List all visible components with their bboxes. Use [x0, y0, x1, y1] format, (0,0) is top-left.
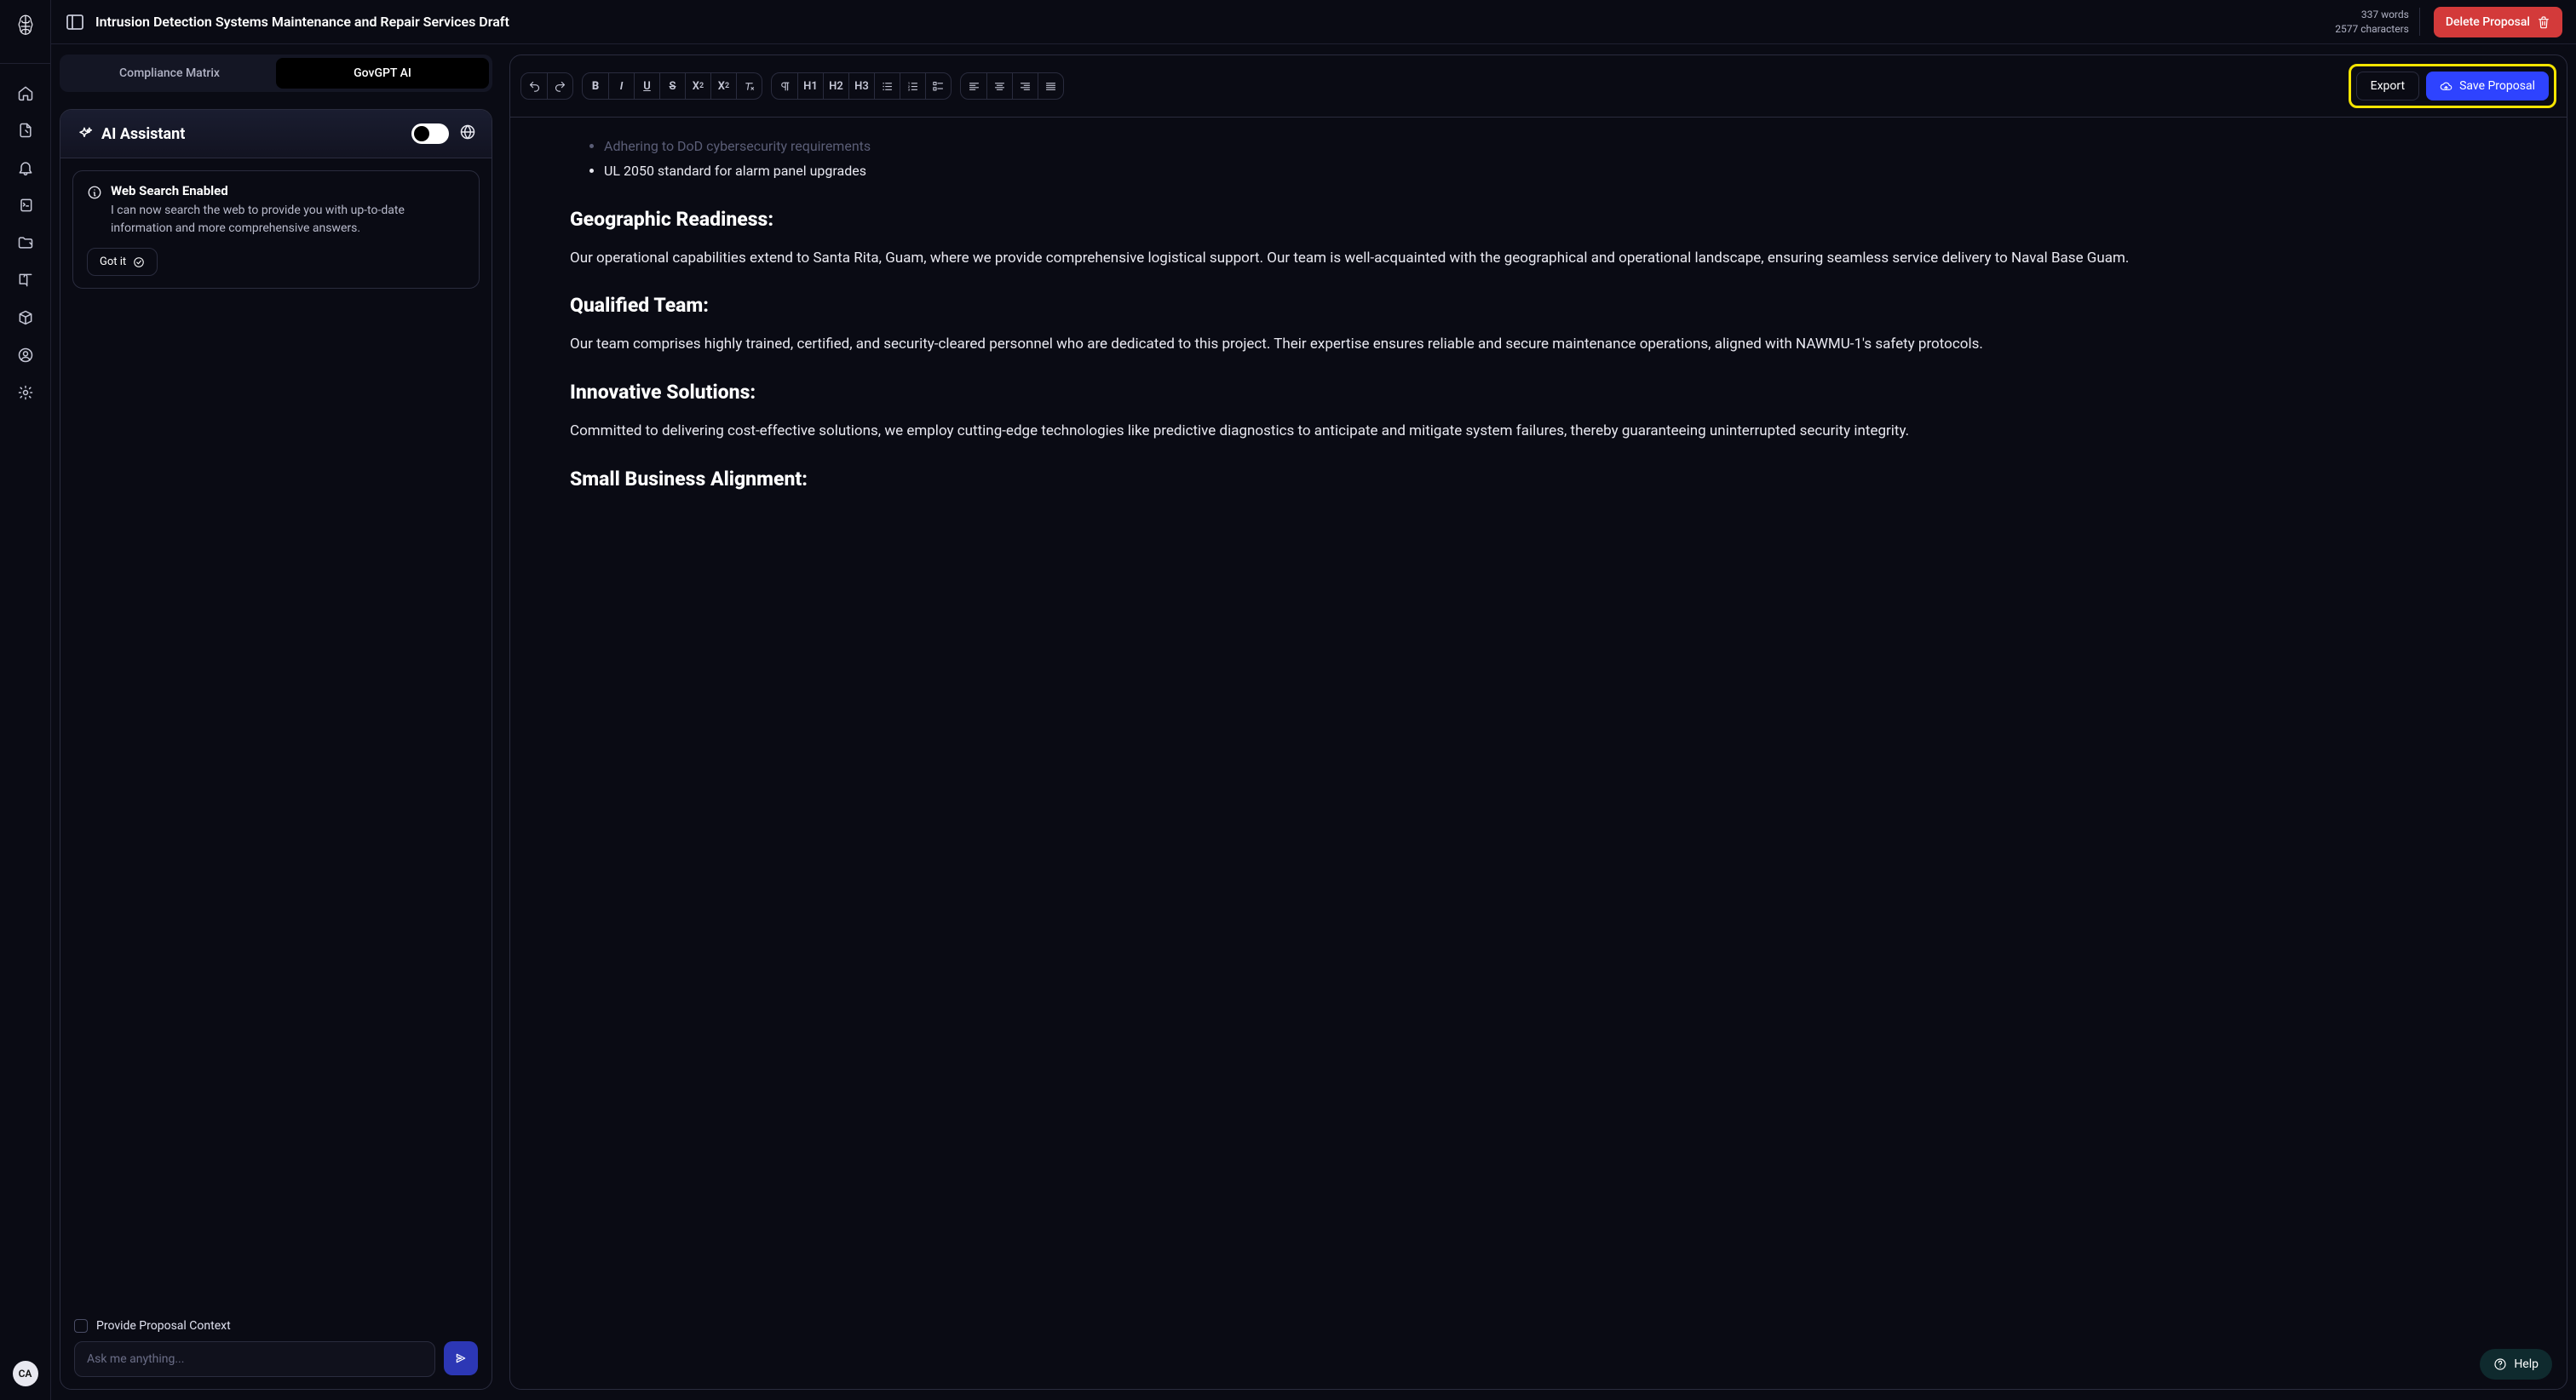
- align-left-button[interactable]: [961, 73, 986, 99]
- heading-team: Qualified Team:: [570, 294, 2507, 317]
- save-label: Save Proposal: [2459, 79, 2535, 93]
- nav-home-icon[interactable]: [9, 76, 43, 110]
- align-justify-button[interactable]: [1038, 73, 1063, 99]
- sidebar-toggle-icon[interactable]: [65, 12, 85, 32]
- heading-sba: Small Business Alignment:: [570, 468, 2507, 491]
- cloud-save-icon: [2440, 80, 2452, 93]
- h3-button[interactable]: H3: [848, 73, 874, 99]
- nav-book-icon[interactable]: [9, 263, 43, 297]
- assistant-panel: Compliance Matrix GovGPT AI AI Assistant: [60, 55, 492, 1390]
- align-right-button[interactable]: [1012, 73, 1038, 99]
- assistant-toggle[interactable]: [411, 123, 449, 144]
- document-title: Intrusion Detection Systems Maintenance …: [95, 14, 509, 30]
- ws-title: Web Search Enabled: [111, 183, 465, 198]
- help-icon: [2493, 1357, 2507, 1371]
- h1-button[interactable]: H1: [797, 73, 823, 99]
- h2-button[interactable]: H2: [823, 73, 848, 99]
- left-rail: CA: [0, 0, 51, 1400]
- nav-settings-icon[interactable]: [9, 376, 43, 410]
- editor-panel: B I U S X2 X2 H1 H2 H3 123: [509, 55, 2567, 1390]
- paragraph-button[interactable]: [772, 73, 797, 99]
- list-item: UL 2050 standard for alarm panel upgrade…: [604, 159, 2507, 184]
- nav-folder-icon[interactable]: [9, 226, 43, 260]
- heading-geographic: Geographic Readiness:: [570, 208, 2507, 231]
- ws-desc: I can now search the web to provide you …: [111, 202, 465, 238]
- topbar: Intrusion Detection Systems Maintenance …: [51, 0, 2576, 44]
- tab-govgpt-ai[interactable]: GovGPT AI: [276, 58, 489, 89]
- clear-format-button[interactable]: [736, 73, 762, 99]
- paragraph: Our team comprises highly trained, certi…: [570, 332, 2507, 357]
- gotit-label: Got it: [100, 255, 126, 268]
- got-it-button[interactable]: Got it: [87, 248, 158, 276]
- editor-toolbar: B I U S X2 X2 H1 H2 H3 123: [510, 55, 2567, 118]
- export-button[interactable]: Export: [2356, 72, 2419, 100]
- delete-proposal-button[interactable]: Delete Proposal: [2434, 7, 2562, 37]
- word-count: 337 words: [2335, 8, 2409, 22]
- action-highlight-box: Export Save Proposal: [2349, 64, 2556, 108]
- paragraph: Our operational capabilities extend to S…: [570, 246, 2507, 271]
- delete-label: Delete Proposal: [2446, 15, 2530, 29]
- checklist-button[interactable]: [925, 73, 951, 99]
- bullet-list-button[interactable]: [874, 73, 900, 99]
- align-center-button[interactable]: [986, 73, 1012, 99]
- chat-area: [60, 301, 492, 1306]
- nav-package-icon[interactable]: [9, 301, 43, 335]
- help-button[interactable]: Help: [2480, 1349, 2552, 1380]
- assistant-header: AI Assistant: [60, 110, 492, 158]
- bold-button[interactable]: B: [583, 73, 608, 99]
- nav-account-icon[interactable]: [9, 338, 43, 372]
- nav-bell-icon[interactable]: [9, 151, 43, 185]
- tab-compliance-matrix[interactable]: Compliance Matrix: [63, 58, 276, 89]
- doc-stats: 337 words 2577 characters: [2335, 8, 2420, 37]
- subscript-button[interactable]: X2: [685, 73, 710, 99]
- svg-text:3: 3: [908, 88, 910, 91]
- nav-document-icon[interactable]: [9, 113, 43, 147]
- panel-tabs: Compliance Matrix GovGPT AI: [60, 55, 492, 92]
- web-search-notice: Web Search Enabled I can now search the …: [72, 170, 480, 289]
- paragraph: Committed to delivering cost-effective s…: [570, 419, 2507, 444]
- list-item: Adhering to DoD cybersecurity requiremen…: [604, 135, 2507, 159]
- check-circle-icon: [133, 256, 145, 268]
- user-avatar[interactable]: CA: [13, 1361, 38, 1386]
- send-icon: [454, 1351, 468, 1365]
- italic-button[interactable]: I: [608, 73, 634, 99]
- trash-icon: [2537, 15, 2550, 29]
- globe-icon[interactable]: [459, 123, 476, 144]
- superscript-button[interactable]: X2: [710, 73, 736, 99]
- chat-input[interactable]: [74, 1341, 435, 1377]
- context-label: Provide Proposal Context: [96, 1319, 231, 1333]
- send-button[interactable]: [444, 1341, 478, 1375]
- help-label: Help: [2514, 1357, 2539, 1371]
- assistant-title-label: AI Assistant: [101, 125, 185, 143]
- document-body[interactable]: Adhering to DoD cybersecurity requiremen…: [510, 118, 2567, 1389]
- context-checkbox[interactable]: [74, 1319, 88, 1333]
- char-count: 2577 characters: [2335, 22, 2409, 37]
- app-logo: [11, 12, 40, 44]
- info-icon: [87, 185, 102, 200]
- undo-button[interactable]: [521, 73, 547, 99]
- save-proposal-button[interactable]: Save Proposal: [2426, 72, 2549, 100]
- strikethrough-button[interactable]: S: [659, 73, 685, 99]
- heading-innovative: Innovative Solutions:: [570, 381, 2507, 404]
- sparkle-icon: [76, 125, 93, 142]
- underline-button[interactable]: U: [634, 73, 659, 99]
- nav-script-icon[interactable]: [9, 188, 43, 222]
- ordered-list-button[interactable]: 123: [900, 73, 925, 99]
- redo-button[interactable]: [547, 73, 572, 99]
- rail-separator: [0, 63, 50, 64]
